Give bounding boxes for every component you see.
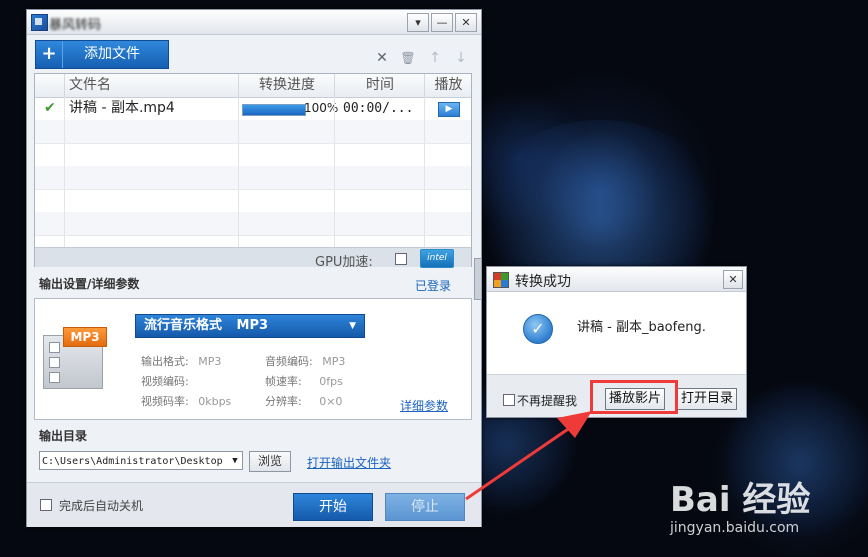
- watermark-url: jingyan.baidu.com: [670, 520, 800, 536]
- watermark-brand: Bai 经验: [670, 480, 811, 520]
- baidu-watermark: Bai 经验 jingyan.baidu.com: [670, 462, 860, 542]
